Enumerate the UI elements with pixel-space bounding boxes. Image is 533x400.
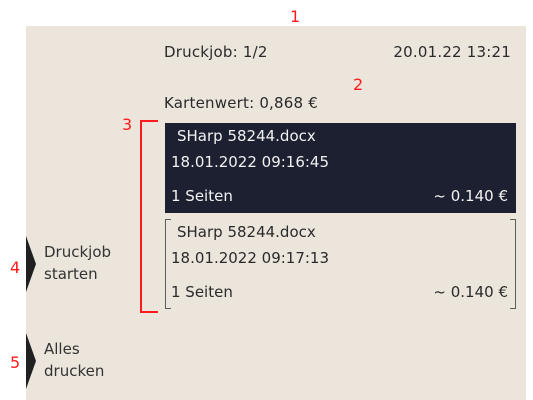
softkey-label: Alles drucken bbox=[44, 338, 104, 382]
print-job-card-selected[interactable]: SHarp 58244.docx 18.01.2022 09:16:45 1 S… bbox=[165, 123, 516, 213]
annotation-5: 5 bbox=[10, 353, 21, 372]
start-print-job-softkey[interactable]: Druckjob starten bbox=[26, 236, 136, 292]
annotation-4: 4 bbox=[10, 258, 21, 277]
printer-screen: Druckjob: 1/2 20.01.22 13:21 Kartenwert:… bbox=[26, 26, 526, 400]
softkey-label: Druckjob starten bbox=[44, 241, 111, 285]
current-time: 20.01.22 13:21 bbox=[393, 43, 511, 61]
annotation-1: 1 bbox=[290, 7, 301, 26]
print-job-card[interactable]: SHarp 58244.docx 18.01.2022 09:17:13 1 S… bbox=[165, 219, 516, 309]
softkey-label-line: Druckjob bbox=[44, 243, 112, 261]
job-pages: 1 Seiten bbox=[171, 187, 233, 205]
softkey-label-line: starten bbox=[44, 265, 98, 283]
job-filename: SHarp 58244.docx bbox=[177, 127, 316, 145]
softkey-arrow-icon bbox=[26, 333, 36, 389]
annotation-bracket bbox=[140, 120, 158, 313]
job-filename: SHarp 58244.docx bbox=[177, 223, 316, 241]
job-counter: Druckjob: 1/2 bbox=[164, 43, 268, 61]
annotation-3: 3 bbox=[122, 115, 133, 134]
softkey-label-line: Alles bbox=[44, 340, 80, 358]
job-datetime: 18.01.2022 09:16:45 bbox=[171, 153, 330, 171]
card-value: Kartenwert: 0,868 € bbox=[164, 94, 318, 112]
annotation-2: 2 bbox=[353, 75, 364, 94]
job-price: ~ 0.140 € bbox=[433, 187, 508, 205]
softkey-label-line: drucken bbox=[44, 362, 105, 380]
print-all-softkey[interactable]: Alles drucken bbox=[26, 333, 136, 389]
left-bezel bbox=[0, 26, 26, 400]
job-price: ~ 0.140 € bbox=[433, 283, 508, 301]
job-datetime: 18.01.2022 09:17:13 bbox=[171, 249, 330, 267]
job-pages: 1 Seiten bbox=[171, 283, 233, 301]
softkey-arrow-icon bbox=[26, 236, 36, 292]
